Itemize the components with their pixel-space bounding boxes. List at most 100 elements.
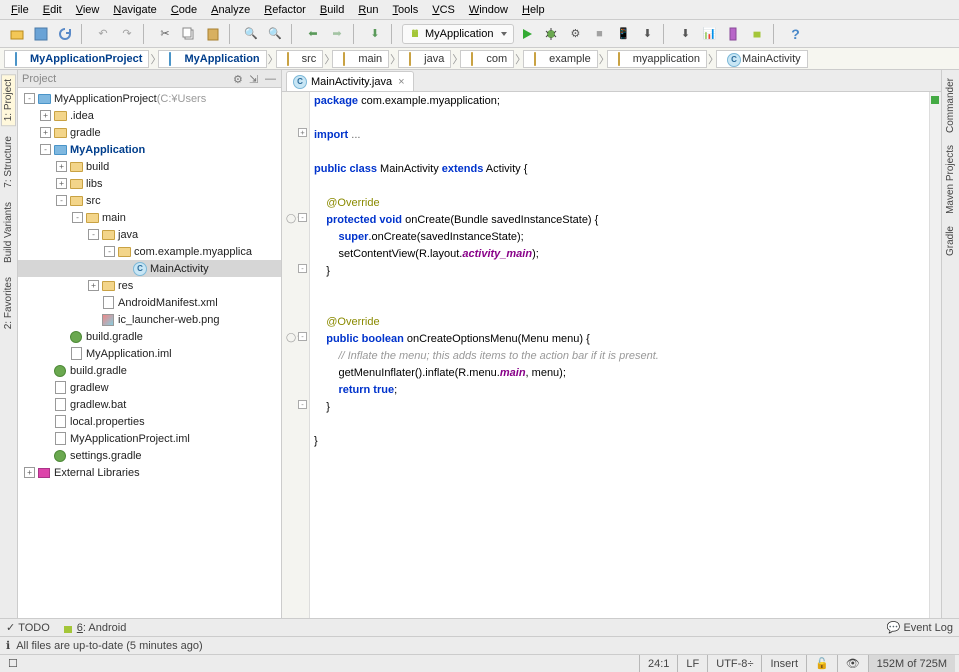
fold-icon[interactable]: -: [298, 264, 307, 273]
code-line[interactable]: setContentView(R.layout.activity_main);: [314, 246, 925, 263]
tree-node[interactable]: MyApplicationProject.iml: [18, 430, 281, 447]
make-icon[interactable]: ⬇: [364, 23, 386, 45]
hector-icon[interactable]: ☐: [4, 657, 22, 670]
editor-tab[interactable]: C MainActivity.java ×: [286, 71, 414, 91]
android-tab[interactable]: 6: Android: [62, 622, 127, 634]
tree-node[interactable]: -com.example.myapplica: [18, 243, 281, 260]
close-icon[interactable]: ×: [396, 76, 406, 88]
refresh-icon[interactable]: [54, 23, 76, 45]
code-line[interactable]: public class MainActivity extends Activi…: [314, 161, 925, 178]
tree-toggle-icon[interactable]: +: [88, 280, 99, 291]
tree-toggle-icon[interactable]: -: [40, 144, 51, 155]
tree-node[interactable]: +res: [18, 277, 281, 294]
undo-icon[interactable]: ↶: [92, 23, 114, 45]
breadcrumb-item[interactable]: java: [398, 50, 451, 68]
fold-icon[interactable]: -: [298, 213, 307, 222]
menu-view[interactable]: View: [69, 2, 107, 18]
find-icon[interactable]: 🔍: [240, 23, 262, 45]
menu-window[interactable]: Window: [462, 2, 515, 18]
tree-node[interactable]: local.properties: [18, 413, 281, 430]
stop-icon[interactable]: ■: [588, 23, 610, 45]
tool-tab-buildvariants[interactable]: Build Variants: [2, 198, 15, 267]
breadcrumb-item[interactable]: CMainActivity: [716, 50, 808, 68]
sdk-icon[interactable]: ⬇: [636, 23, 658, 45]
tree-node[interactable]: -MyApplication: [18, 141, 281, 158]
editor-body[interactable]: +◯↑--◯↑-- package com.example.myapplicat…: [282, 92, 941, 618]
tree-toggle-icon[interactable]: +: [40, 110, 51, 121]
code-line[interactable]: super.onCreate(savedInstanceState);: [314, 229, 925, 246]
code-line[interactable]: [314, 178, 925, 195]
editor-gutter[interactable]: +◯↑--◯↑--: [282, 92, 310, 618]
caret-position[interactable]: 24:1: [639, 655, 677, 672]
todo-tab[interactable]: ✓ TODO: [6, 621, 50, 634]
forward-icon[interactable]: ➡: [326, 23, 348, 45]
tree-node[interactable]: +build: [18, 158, 281, 175]
tool-tab-gradle[interactable]: Gradle: [944, 222, 957, 260]
code-line[interactable]: import ...: [314, 127, 925, 144]
tree-toggle-icon[interactable]: +: [56, 178, 67, 189]
code-line[interactable]: getMenuInflater().inflate(R.menu.main, m…: [314, 365, 925, 382]
monitor-icon[interactable]: 📊: [698, 23, 720, 45]
tree-toggle-icon[interactable]: -: [88, 229, 99, 240]
menu-tools[interactable]: Tools: [386, 2, 426, 18]
code-line[interactable]: }: [314, 399, 925, 416]
settings-icon[interactable]: ⚙: [233, 73, 245, 85]
save-icon[interactable]: [30, 23, 52, 45]
tree-toggle-icon[interactable]: -: [104, 246, 115, 257]
tool-tab-commander[interactable]: Commander: [944, 74, 957, 137]
attach-icon[interactable]: ⚙: [564, 23, 586, 45]
lock-icon[interactable]: 🔓: [806, 655, 837, 672]
code-line[interactable]: [314, 416, 925, 433]
tree-toggle-icon[interactable]: +: [56, 161, 67, 172]
project-tree[interactable]: -MyApplicationProject (C:¥Users+.idea+gr…: [18, 88, 281, 618]
back-icon[interactable]: ⬅: [302, 23, 324, 45]
event-log-tab[interactable]: 💬 Event Log: [887, 621, 953, 634]
sync-icon[interactable]: ⬇: [674, 23, 696, 45]
tool-tab-structure[interactable]: 7: Structure: [2, 132, 15, 192]
code-line[interactable]: @Override: [314, 195, 925, 212]
device-icon[interactable]: [722, 23, 744, 45]
tree-node[interactable]: -src: [18, 192, 281, 209]
line-separator[interactable]: LF: [677, 655, 707, 672]
inspect-icon[interactable]: 👁: [837, 655, 868, 672]
breadcrumb-item[interactable]: MyApplicationProject: [4, 50, 149, 68]
tree-node[interactable]: AndroidManifest.xml: [18, 294, 281, 311]
tree-toggle-icon[interactable]: +: [24, 467, 35, 478]
tree-node[interactable]: build.gradle: [18, 362, 281, 379]
tree-node[interactable]: +libs: [18, 175, 281, 192]
menu-help[interactable]: Help: [515, 2, 552, 18]
avd-icon[interactable]: 📱: [612, 23, 634, 45]
code-area[interactable]: package com.example.myapplication; impor…: [310, 92, 929, 618]
tree-toggle-icon[interactable]: -: [72, 212, 83, 223]
tree-node[interactable]: gradlew: [18, 379, 281, 396]
code-line[interactable]: [314, 280, 925, 297]
code-line[interactable]: return true;: [314, 382, 925, 399]
tree-node[interactable]: +.idea: [18, 107, 281, 124]
tree-toggle-icon[interactable]: -: [24, 93, 35, 104]
menu-vcs[interactable]: VCS: [425, 2, 462, 18]
menu-code[interactable]: Code: [164, 2, 204, 18]
android-tool-icon[interactable]: [746, 23, 768, 45]
paste-icon[interactable]: [202, 23, 224, 45]
tree-node[interactable]: gradlew.bat: [18, 396, 281, 413]
code-line[interactable]: [314, 297, 925, 314]
tree-node[interactable]: MyApplication.iml: [18, 345, 281, 362]
replace-icon[interactable]: 🔍: [264, 23, 286, 45]
tree-toggle-icon[interactable]: +: [40, 127, 51, 138]
tree-node[interactable]: ic_launcher-web.png: [18, 311, 281, 328]
tool-tab-favorites[interactable]: 2: Favorites: [2, 273, 15, 333]
tree-toggle-icon[interactable]: -: [56, 195, 67, 206]
hide-icon[interactable]: —: [265, 73, 277, 85]
redo-icon[interactable]: ↷: [116, 23, 138, 45]
code-line[interactable]: protected void onCreate(Bundle savedInst…: [314, 212, 925, 229]
breadcrumb-item[interactable]: example: [523, 50, 598, 68]
menu-refactor[interactable]: Refactor: [257, 2, 313, 18]
fold-icon[interactable]: +: [298, 128, 307, 137]
tree-node[interactable]: +External Libraries: [18, 464, 281, 481]
code-line[interactable]: [314, 144, 925, 161]
copy-icon[interactable]: [178, 23, 200, 45]
tree-node[interactable]: -java: [18, 226, 281, 243]
error-stripe[interactable]: [929, 92, 941, 618]
run-icon[interactable]: [516, 23, 538, 45]
menu-analyze[interactable]: Analyze: [204, 2, 257, 18]
